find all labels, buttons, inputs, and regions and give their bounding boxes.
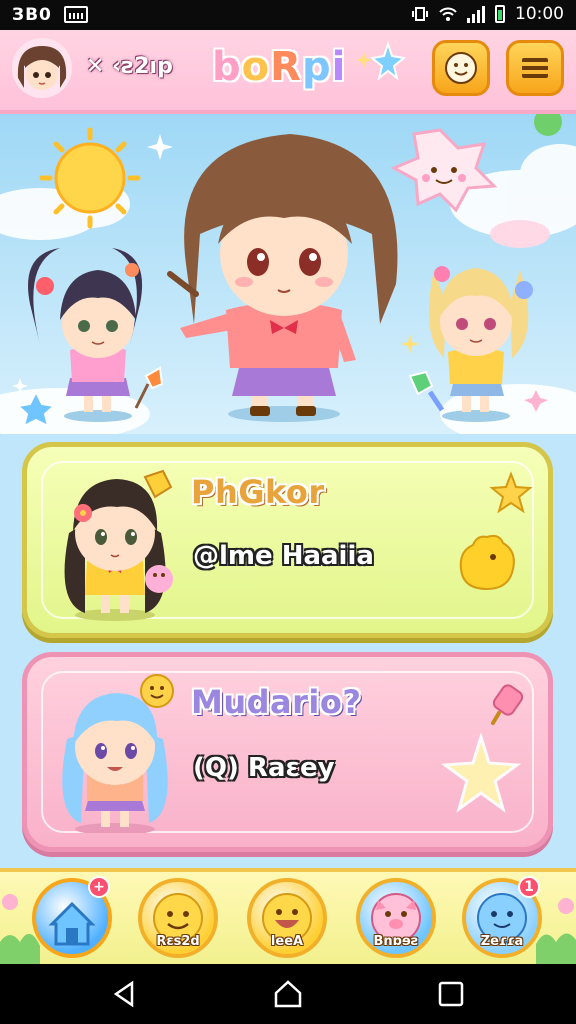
profile-card[interactable]: Mudario? (Q) Raɛey xyxy=(22,652,553,852)
hero-illustration xyxy=(0,114,576,434)
vibrate-icon xyxy=(412,7,428,21)
house-icon xyxy=(48,901,96,946)
logo-letter: i xyxy=(331,44,347,90)
system-nav-bar xyxy=(0,964,576,1024)
favorite-star-icon[interactable] xyxy=(489,471,533,515)
signal-icon xyxy=(467,5,485,23)
logo-letter: p xyxy=(301,44,332,90)
status-right: 10:00 xyxy=(411,4,564,24)
sun-icon xyxy=(39,127,141,229)
nav-item-label: Zeɾɾa xyxy=(480,934,524,949)
nav-item[interactable]: + xyxy=(32,876,112,962)
sparkle-star-icon xyxy=(356,40,406,81)
card-title: PhGkor xyxy=(191,473,325,511)
status-time: 10:00 xyxy=(515,4,564,24)
menu-button[interactable] xyxy=(506,40,564,96)
card-portrait-dark-hair xyxy=(64,469,173,621)
nav-badge: 1 xyxy=(518,876,540,898)
popsicle-icon[interactable] xyxy=(485,681,531,727)
nav-item[interactable]: Bnɒɘƨ xyxy=(356,878,436,962)
nav-item[interactable]: Rεs2d xyxy=(138,878,218,962)
brand-small-text: ✕ ‹ƨ2ıp xyxy=(86,54,173,79)
card-subtitle: (Q) Raɛey xyxy=(193,753,335,783)
nav-badge: + xyxy=(88,876,110,898)
logo-letter: R xyxy=(270,44,302,90)
back-icon[interactable] xyxy=(110,979,140,1009)
user-avatar[interactable] xyxy=(12,38,72,98)
app-logo: boRpi xyxy=(212,44,346,90)
card-portrait-blue-hair xyxy=(62,674,174,833)
status-left-text: ЗВ0 xyxy=(12,5,52,25)
logo-letter: o xyxy=(241,44,271,90)
recents-icon[interactable] xyxy=(436,979,466,1009)
bottom-nav: + Rεs2d leeA Bnɒɘƨ Zeɾɾa 1 xyxy=(0,868,576,968)
card-title: Mudario? xyxy=(191,683,362,721)
hamburger-icon xyxy=(522,58,548,78)
home-icon[interactable] xyxy=(273,979,303,1009)
avatar-girl-icon xyxy=(12,38,72,98)
nav-item-label: Rεs2d xyxy=(156,934,200,949)
notification-icon xyxy=(64,6,88,23)
wifi-icon xyxy=(439,7,457,21)
status-bar: ЗВ0 10:00 xyxy=(0,0,576,30)
glowing-star-icon xyxy=(441,733,521,813)
battery-icon xyxy=(495,5,505,23)
logo-letter: b xyxy=(212,44,242,90)
nav-item[interactable]: Zeɾɾa 1 xyxy=(462,876,542,962)
nav-item-label: Bnɒɘƨ xyxy=(373,934,419,949)
nav-item-label: leeA xyxy=(270,934,304,949)
profile-face-button[interactable] xyxy=(432,40,490,96)
app-header: ✕ ‹ƨ2ıp boRpi xyxy=(0,30,576,114)
smiley-face-icon xyxy=(445,52,477,84)
nav-item[interactable]: leeA xyxy=(247,878,327,962)
profile-card[interactable]: PhGkor @lme Haaiia xyxy=(22,442,553,638)
card-subtitle: @lme Haaiia xyxy=(193,541,374,571)
chick-blob-icon xyxy=(459,534,515,591)
